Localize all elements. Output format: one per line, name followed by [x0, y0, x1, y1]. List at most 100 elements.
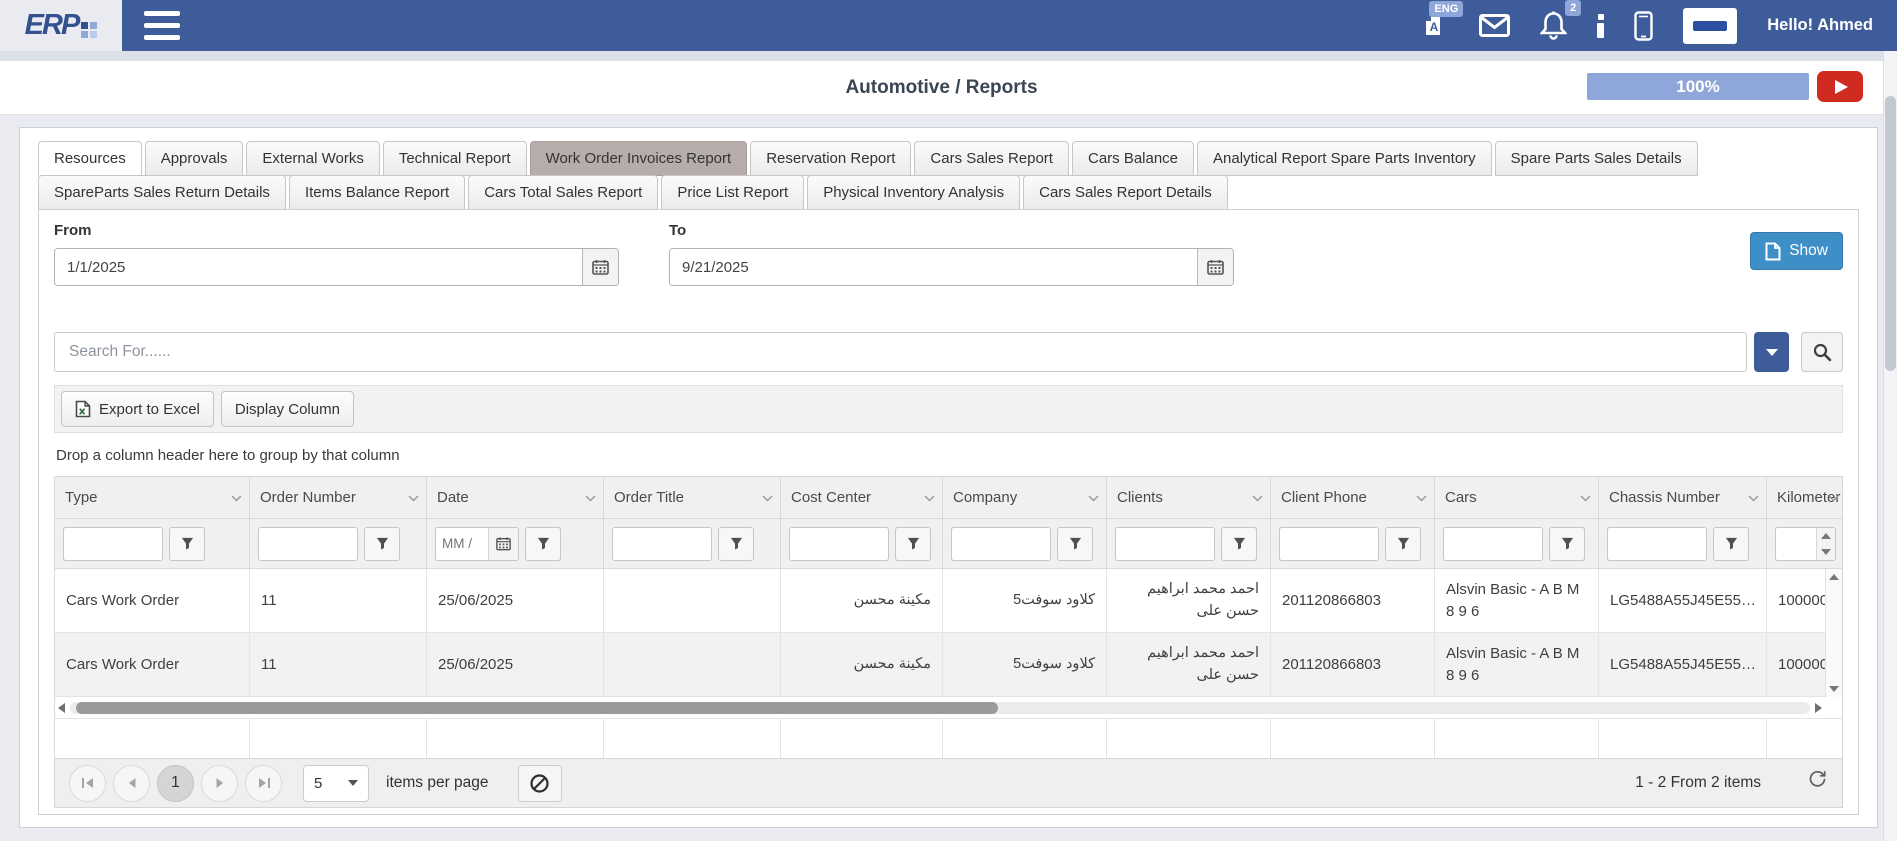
- first-page-button[interactable]: [69, 765, 106, 802]
- search-input[interactable]: [54, 332, 1747, 372]
- date-filter-input[interactable]: [436, 528, 488, 560]
- filter-button-type[interactable]: [169, 527, 205, 561]
- tab-external-works[interactable]: External Works: [246, 141, 379, 176]
- filter-button-cost-center[interactable]: [895, 527, 931, 561]
- spinner-up-button[interactable]: [1817, 528, 1835, 544]
- filter-button-chassis-number[interactable]: [1713, 527, 1749, 561]
- column-dropdown-icon[interactable]: [1828, 495, 1839, 502]
- from-date-input[interactable]: [55, 249, 582, 285]
- show-button[interactable]: Show: [1750, 232, 1843, 270]
- filter-button-cars[interactable]: [1549, 527, 1585, 561]
- filter-button-clients[interactable]: [1221, 527, 1257, 561]
- tab-technical-report[interactable]: Technical Report: [383, 141, 527, 176]
- menu-icon[interactable]: [144, 11, 180, 40]
- to-date-input[interactable]: [670, 249, 1197, 285]
- info-button[interactable]: [1597, 14, 1604, 38]
- scroll-up-icon[interactable]: [1829, 574, 1839, 580]
- column-header-order-number[interactable]: Order Number: [250, 477, 427, 518]
- group-drop-zone[interactable]: Drop a column header here to group by th…: [54, 433, 1843, 476]
- vertical-scrollbar[interactable]: [1825, 569, 1842, 697]
- notifications-button[interactable]: 2: [1540, 11, 1567, 40]
- tab-cars-total-sales-report[interactable]: Cars Total Sales Report: [468, 175, 658, 210]
- last-page-button[interactable]: [245, 765, 282, 802]
- filter-button-company[interactable]: [1057, 527, 1093, 561]
- tab-analytical-report-spare-parts-inventory[interactable]: Analytical Report Spare Parts Inventory: [1197, 141, 1492, 176]
- filter-input-chassis-number[interactable]: [1607, 527, 1707, 561]
- column-dropdown-icon[interactable]: [1252, 495, 1263, 502]
- column-header-kilometer[interactable]: Kilometer: [1767, 477, 1842, 518]
- mobile-button[interactable]: [1634, 11, 1653, 41]
- column-header-clients[interactable]: Clients: [1107, 477, 1271, 518]
- filter-button-order-number[interactable]: [364, 527, 400, 561]
- filter-input-client-phone[interactable]: [1279, 527, 1379, 561]
- column-dropdown-icon[interactable]: [1580, 495, 1591, 502]
- scroll-right-icon[interactable]: [1815, 703, 1822, 713]
- spinner-down-button[interactable]: [1817, 544, 1835, 560]
- scroll-down-icon[interactable]: [1829, 686, 1839, 692]
- tab-price-list-report[interactable]: Price List Report: [661, 175, 804, 210]
- filter-input-kilometer[interactable]: [1776, 528, 1816, 560]
- filter-button-client-phone[interactable]: [1385, 527, 1421, 561]
- table-row[interactable]: Cars Work Order1125/06/2025مكينة محسنكلا…: [55, 633, 1842, 697]
- tab-cars-sales-report[interactable]: Cars Sales Report: [914, 141, 1069, 176]
- column-dropdown-icon[interactable]: [1088, 495, 1099, 502]
- filter-input-cars[interactable]: [1443, 527, 1543, 561]
- filter-input-order-number[interactable]: [258, 527, 358, 561]
- clear-filter-button[interactable]: [518, 765, 562, 802]
- mail-button[interactable]: [1479, 14, 1510, 37]
- table-row[interactable]: Cars Work Order1125/06/2025مكينة محسنكلا…: [55, 569, 1842, 633]
- column-dropdown-icon[interactable]: [231, 495, 242, 502]
- refresh-button[interactable]: [1807, 768, 1828, 789]
- horizontal-scrollbar[interactable]: [55, 699, 1825, 716]
- calendar-button[interactable]: [488, 528, 518, 560]
- column-header-client-phone[interactable]: Client Phone: [1271, 477, 1435, 518]
- search-dropdown-button[interactable]: [1754, 332, 1789, 372]
- column-dropdown-icon[interactable]: [924, 495, 935, 502]
- page-scrollbar[interactable]: [1883, 51, 1897, 841]
- horizontal-scroll-track[interactable]: [70, 702, 1810, 714]
- tab-approvals[interactable]: Approvals: [145, 141, 244, 176]
- column-header-cars[interactable]: Cars: [1435, 477, 1599, 518]
- search-button[interactable]: [1801, 332, 1843, 372]
- column-dropdown-icon[interactable]: [585, 495, 596, 502]
- app-logo[interactable]: ERP: [0, 0, 122, 51]
- filter-input-order-title[interactable]: [612, 527, 712, 561]
- tab-resources[interactable]: Resources: [38, 141, 142, 176]
- tab-physical-inventory-analysis[interactable]: Physical Inventory Analysis: [807, 175, 1020, 210]
- filter-input-type[interactable]: [63, 527, 163, 561]
- previous-page-button[interactable]: [113, 765, 150, 802]
- scroll-left-icon[interactable]: [58, 703, 65, 713]
- export-to-excel-button[interactable]: Export to Excel: [61, 391, 214, 427]
- column-dropdown-icon[interactable]: [1748, 495, 1759, 502]
- current-page-button[interactable]: 1: [157, 765, 194, 802]
- to-calendar-button[interactable]: [1197, 249, 1233, 285]
- column-header-cost-center[interactable]: Cost Center: [781, 477, 943, 518]
- filter-input-clients[interactable]: [1115, 527, 1215, 561]
- from-calendar-button[interactable]: [582, 249, 618, 285]
- tab-spare-parts-sales-details[interactable]: Spare Parts Sales Details: [1495, 141, 1698, 176]
- filter-input-company[interactable]: [951, 527, 1051, 561]
- page-size-select[interactable]: 5: [303, 765, 369, 802]
- column-header-type[interactable]: Type: [55, 477, 250, 518]
- column-header-order-title[interactable]: Order Title: [604, 477, 781, 518]
- next-page-button[interactable]: [201, 765, 238, 802]
- tab-items-balance-report[interactable]: Items Balance Report: [289, 175, 465, 210]
- language-button[interactable]: A ENG: [1423, 12, 1449, 39]
- tab-spareparts-sales-return-details[interactable]: SpareParts Sales Return Details: [38, 175, 286, 210]
- column-dropdown-icon[interactable]: [1416, 495, 1427, 502]
- column-header-date[interactable]: Date: [427, 477, 604, 518]
- horizontal-scroll-thumb[interactable]: [76, 702, 998, 714]
- user-greeting[interactable]: Hello! Ahmed: [1767, 16, 1873, 35]
- tab-cars-sales-report-details[interactable]: Cars Sales Report Details: [1023, 175, 1228, 210]
- page-scroll-thumb[interactable]: [1885, 96, 1896, 371]
- column-header-company[interactable]: Company: [943, 477, 1107, 518]
- play-button[interactable]: [1817, 71, 1863, 102]
- tab-cars-balance[interactable]: Cars Balance: [1072, 141, 1194, 176]
- display-column-button[interactable]: Display Column: [221, 391, 354, 427]
- filter-button-date[interactable]: [525, 527, 561, 561]
- column-dropdown-icon[interactable]: [408, 495, 419, 502]
- filter-button-order-title[interactable]: [718, 527, 754, 561]
- column-header-chassis-number[interactable]: Chassis Number: [1599, 477, 1767, 518]
- filter-input-cost-center[interactable]: [789, 527, 889, 561]
- tab-work-order-invoices-report[interactable]: Work Order Invoices Report: [530, 141, 748, 176]
